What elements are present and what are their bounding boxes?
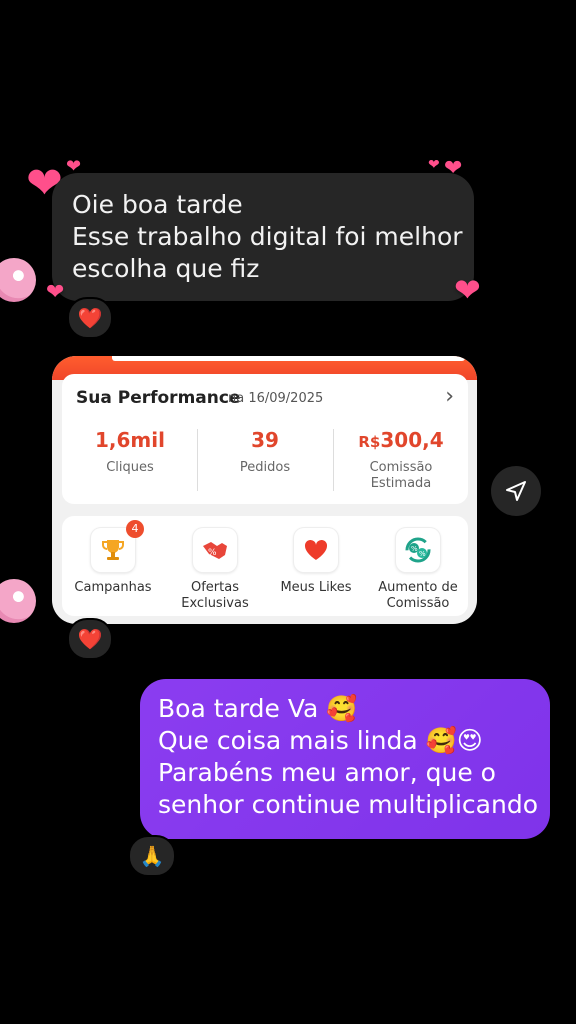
sent-message-bubble[interactable]: Boa tarde Va 🥰 Que coisa mais linda 🥰😍 P… [140, 679, 550, 839]
stat-label: Comissão Estimada [333, 460, 469, 492]
message-line: Parabéns meu amor, que o [158, 758, 496, 787]
performance-panel: Sua Performance na 16/09/2025 › 1,6mil C… [62, 374, 468, 504]
share-button[interactable] [491, 466, 541, 516]
performance-title: Sua Performance [76, 388, 241, 408]
heart-sticker-icon: ❤ [454, 271, 481, 309]
stat-label-line: Estimada [370, 476, 432, 491]
svg-text:%: % [208, 548, 217, 558]
chevron-right-icon[interactable]: › [445, 384, 454, 409]
notification-badge: 4 [126, 520, 144, 538]
stat-clicks: 1,6mil Cliques [62, 428, 198, 476]
shortcut-my-likes[interactable]: Meus Likes [266, 528, 366, 596]
received-message-bubble[interactable]: Oie boa tarde Esse trabalho digital foi … [52, 173, 474, 301]
trophy-icon: 4 [91, 520, 144, 572]
stat-value: R$300,4 [333, 428, 469, 452]
heart-icon [294, 528, 338, 572]
stat-value: 39 [251, 428, 279, 452]
shortcut-label-line: Ofertas [191, 580, 239, 595]
performance-date: na 16/09/2025 [228, 391, 324, 406]
shortcut-exclusive-offers[interactable]: % Ofertas Exclusivas [165, 528, 265, 612]
heart-reaction-icon: ❤️ [77, 627, 103, 651]
send-icon [506, 481, 526, 501]
percent-cycle-icon: % % [396, 528, 440, 572]
sender-avatar[interactable] [0, 579, 36, 623]
heart-sticker-icon: ❤ [428, 157, 440, 173]
message-line: Oie boa tarde [72, 190, 243, 219]
message-line: escolha que fiz [72, 254, 260, 283]
svg-text:%: % [419, 550, 426, 558]
shortcut-label-line: Comissão [386, 596, 450, 611]
shortcut-label: Meus Likes [280, 580, 352, 595]
shortcut-label: Aumento de Comissão [368, 580, 468, 612]
shortcut-label: Campanhas [74, 580, 152, 595]
message-line: Boa tarde Va 🥰 [158, 694, 358, 723]
stat-value: 1,6mil [95, 428, 165, 452]
message-line: Que coisa mais linda 🥰😍 [158, 726, 483, 755]
stat-label: Pedidos [239, 460, 291, 475]
svg-text:%: % [411, 545, 418, 553]
stat-label-line: Comissão [369, 460, 433, 475]
message-reaction[interactable]: ❤️ [67, 297, 113, 339]
shortcut-commission-boost[interactable]: % % Aumento de Comissão [368, 528, 468, 612]
message-reaction[interactable]: ❤️ [67, 618, 113, 660]
shortcut-label-line: Exclusivas [181, 596, 249, 611]
currency-prefix: R$ [358, 433, 381, 451]
message-reaction[interactable]: 🙏 [128, 835, 176, 877]
message-line: senhor continue multiplicando [158, 790, 538, 819]
heart-reaction-icon: ❤️ [77, 306, 103, 330]
shortcut-campaigns[interactable]: 4 Campanhas [63, 520, 163, 596]
message-line: Esse trabalho digital foi melhor [72, 222, 463, 251]
stat-label: Cliques [106, 460, 154, 475]
handshake-icon: % [193, 528, 237, 572]
praying-hands-icon: 🙏 [139, 844, 165, 868]
shortcuts-panel: 4 Campanhas % Ofertas Exclusivas Meus Li… [62, 516, 468, 616]
shortcut-label: Ofertas Exclusivas [165, 580, 265, 612]
shortcut-label-line: Aumento de [378, 580, 458, 595]
stat-orders: 39 Pedidos [197, 428, 333, 476]
sender-avatar[interactable] [0, 258, 36, 302]
commission-value: 300,4 [380, 428, 444, 452]
shared-performance-card[interactable]: Sua Performance na 16/09/2025 › 1,6mil C… [52, 356, 477, 624]
stat-commission: R$300,4 Comissão Estimada [333, 428, 469, 492]
heart-sticker-icon: ❤ [46, 280, 65, 305]
